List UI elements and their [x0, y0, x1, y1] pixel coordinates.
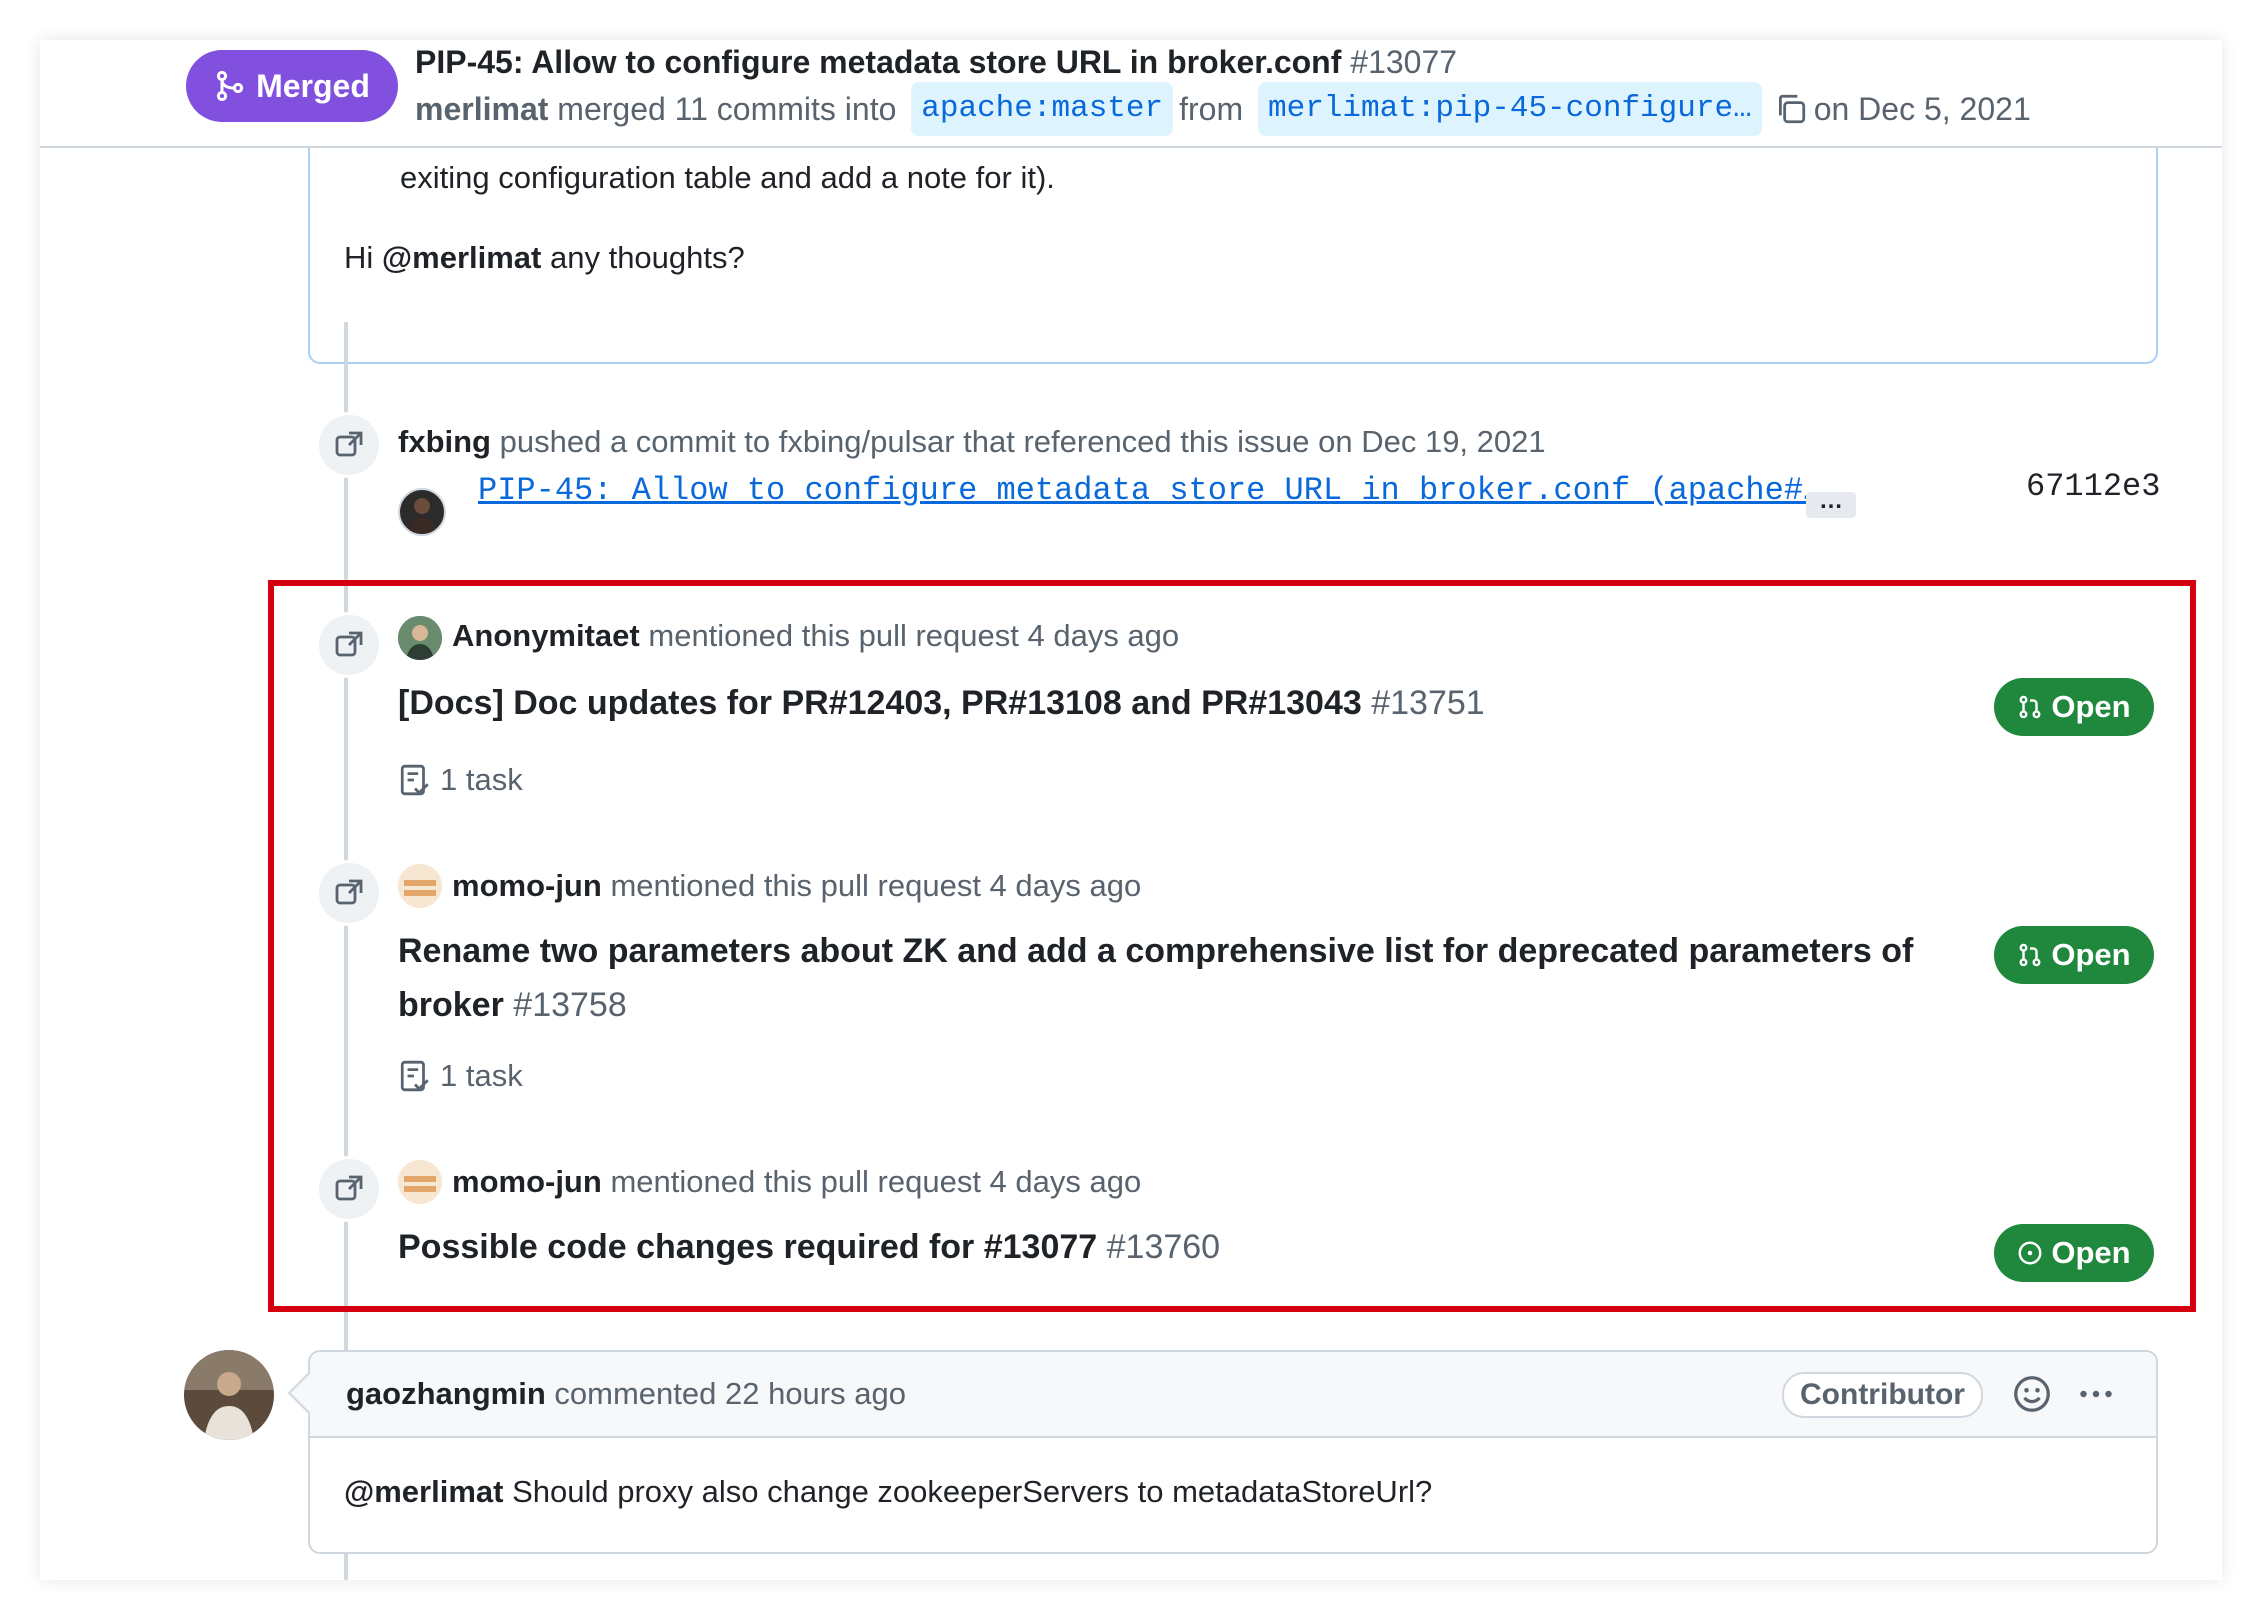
- expand-commit-button[interactable]: …: [1806, 489, 1856, 518]
- sticky-pr-header: Merged PIP-45: Allow to configure metada…: [40, 40, 2222, 148]
- commit-sha[interactable]: 67112e3: [2026, 468, 2160, 505]
- copy-icon[interactable]: [1774, 92, 1808, 126]
- merged-status-badge: Merged: [186, 50, 398, 122]
- pr-merge-summary: merlimat merged 11 commits into apache:m…: [415, 82, 2031, 136]
- comment-body: @merlimat Should proxy also change zooke…: [344, 1474, 1433, 1509]
- previous-comment-line: exiting configuration table and add a no…: [400, 160, 1055, 195]
- cross-reference-icon: [316, 412, 382, 478]
- pr-title: PIP-45: Allow to configure metadata stor…: [415, 44, 1458, 80]
- mention-link[interactable]: @merlimat: [344, 1474, 503, 1509]
- head-branch[interactable]: merlimat:pip-45-configure…: [1258, 82, 1762, 136]
- contributor-badge: Contributor: [1782, 1372, 1983, 1418]
- page-card: exiting configuration table and add a no…: [40, 40, 2222, 1580]
- comment-card: gaozhangmin commented 22 hours ago Contr…: [287, 1350, 2158, 1554]
- comment-caret: [287, 1371, 331, 1415]
- pr-number: #13077: [1350, 44, 1458, 80]
- comment-meta: gaozhangmin commented 22 hours ago: [346, 1376, 906, 1411]
- previous-comment-question: Hi @merlimat any thoughts?: [344, 240, 745, 275]
- commit-message-link[interactable]: PIP-45: Allow to configure metadata stor…: [478, 472, 1822, 509]
- avatar[interactable]: [184, 1350, 274, 1440]
- base-branch[interactable]: apache:master: [911, 82, 1174, 136]
- smiley-icon[interactable]: [2012, 1374, 2052, 1414]
- author-link[interactable]: merlimat: [415, 84, 548, 134]
- merge-icon: [216, 70, 244, 102]
- comment-header: gaozhangmin commented 22 hours ago Contr…: [287, 1352, 2156, 1438]
- highlight-box: [268, 580, 2196, 1312]
- push-event-text: fxbing pushed a commit to fxbing/pulsar …: [398, 424, 1546, 459]
- kebab-menu-icon[interactable]: [2076, 1374, 2116, 1414]
- avatar[interactable]: [398, 488, 446, 536]
- author-link[interactable]: gaozhangmin: [346, 1376, 546, 1411]
- actor-link[interactable]: fxbing: [398, 424, 491, 459]
- mention-link[interactable]: @merlimat: [382, 240, 541, 275]
